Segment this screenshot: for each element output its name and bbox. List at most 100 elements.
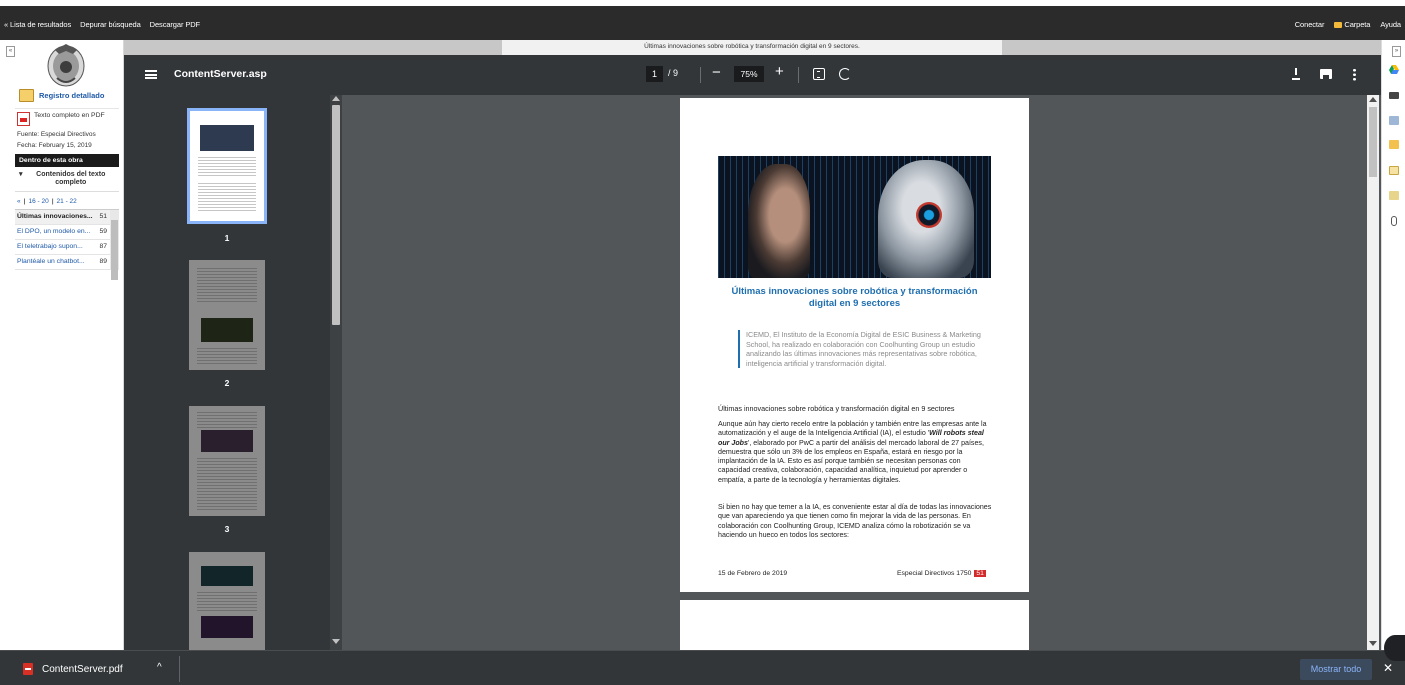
folder-link-label: Carpeta [1344,20,1371,29]
thumbnail-text-lines [197,412,257,428]
thumbnail-text-lines [198,183,256,213]
fit-page-icon[interactable] [813,68,825,80]
full-text-pdf-link[interactable]: Texto completo en PDF [15,108,119,129]
thumbnail-scrollbar[interactable] [330,95,342,650]
zoom-in-icon[interactable]: + [775,63,784,80]
download-divider [179,656,180,682]
pdf-viewer: Últimas innovaciones sobre robótica y tr… [124,40,1381,650]
downloaded-file-name[interactable]: ContentServer.pdf [42,664,123,675]
toc-scrollbar[interactable] [110,210,119,280]
google-drive-icon[interactable] [1389,65,1399,74]
thumbnail-number: 1 [224,233,230,243]
image-icon[interactable] [1389,116,1399,125]
pdf-file-icon [23,663,33,675]
toc-item-page: 59 [99,228,107,235]
download-options-chevron-icon[interactable]: ^ [157,662,162,673]
zoom-out-icon[interactable]: − [712,64,721,81]
close-download-bar-icon[interactable]: ✕ [1383,661,1393,675]
contents-toggle[interactable]: ▾ Contenidos del texto completo [15,167,119,192]
pager-range-21-22[interactable]: 21 - 22 [57,198,77,205]
download-pdf-link[interactable]: Descargar PDF [150,20,200,29]
top-left-links: « Lista de resultados Depurar búsqueda D… [4,20,200,29]
thumbnail-sidebar: 1 2 3 [124,95,342,650]
menu-icon[interactable] [145,70,157,79]
thumbnail-image [189,406,265,516]
full-text-pdf-label: Texto completo en PDF [34,112,105,119]
document-title-bar: Últimas innovaciones sobre robótica y tr… [124,40,1381,55]
zoom-level-input[interactable]: 75% [734,66,764,82]
thumbnail-number: 2 [224,378,230,388]
thumbnail-number: 3 [224,524,230,534]
source-text: Fuente: Especial Directivos [17,131,96,138]
pdf-page-2 [680,600,1029,650]
article-body-text: ', elaborado por PwC a partir del anális… [718,438,984,484]
article-subtitle: Últimas innovaciones sobre robótica y tr… [718,404,955,413]
toc-item[interactable]: Últimas innovaciones... 51 [15,210,119,225]
folder-link[interactable]: Carpeta [1334,20,1370,29]
refine-search-link[interactable]: Depurar búsqueda [80,20,141,29]
folder-icon[interactable] [1389,140,1399,149]
article-body-paragraph: Aunque aún hay cierto recelo entre la po… [718,420,993,485]
document-title: Últimas innovaciones sobre robótica y tr… [502,40,1002,55]
toc-scroll-thumb[interactable] [111,220,118,280]
thumbnail-image [189,260,265,370]
footer-page-number: 51 [974,570,986,577]
download-icon[interactable] [1291,68,1301,80]
record-detail-panel: « Registro detallado Texto completo en P… [0,40,124,650]
pager-range-16-20[interactable]: 16 - 20 [28,198,48,205]
page-number-input[interactable]: 1 [646,66,663,82]
scroll-up-arrow-icon[interactable] [1369,97,1377,102]
toolbar-divider [798,67,799,83]
thumbnail-hero [201,430,253,452]
thumbnail-hero [201,616,253,638]
pdf-page-1: Últimas innovaciones sobre robótica y tr… [680,98,1029,592]
scroll-down-arrow-icon[interactable] [1369,641,1377,646]
collapse-right-panel-button[interactable]: » [1392,46,1401,57]
scroll-down-arrow-icon[interactable] [332,639,340,644]
page-footer-publication: Especial Directivos 1750 51 [897,570,986,577]
results-list-link[interactable]: « Lista de resultados [4,20,71,29]
rotate-icon[interactable] [839,68,851,80]
link-icon[interactable] [1391,216,1397,226]
top-right-links: Conectar Carpeta Ayuda [1295,20,1401,29]
show-all-downloads-button[interactable]: Mostrar todo [1300,659,1372,680]
toc-item[interactable]: El DPO, un modelo en... 59 [15,225,119,240]
print-icon[interactable] [1389,92,1399,99]
toc-item-title: Plantéale un chatbot... [17,258,85,265]
top-navigation-bar: « Lista de resultados Depurar búsqueda D… [0,0,1405,40]
floating-action-button[interactable] [1384,635,1405,661]
document-scrollbar[interactable] [1367,95,1379,650]
thumbnail-hero [201,566,253,586]
more-options-icon[interactable] [1353,68,1356,81]
article-title: Últimas innovaciones sobre robótica y tr… [731,286,978,309]
thumbnail-hero [201,318,253,342]
record-icon [19,89,34,102]
document-view: Últimas innovaciones sobre robótica y tr… [342,95,1381,650]
toolbar-divider [700,67,701,83]
connect-link[interactable]: Conectar [1295,20,1325,29]
toc-item-page: 87 [99,243,107,250]
note-icon[interactable] [1389,166,1399,175]
thumbnail-image [187,108,267,224]
page-total: / 9 [668,68,679,78]
cover-image [718,156,991,278]
toc-item-page: 89 [99,258,107,265]
university-seal-logo [47,44,85,87]
print-icon[interactable] [1320,69,1332,79]
document-scroll-thumb[interactable] [1369,107,1377,177]
pager-prev-link[interactable]: « [17,198,21,205]
toc-item-title: El DPO, un modelo en... [17,228,91,235]
scroll-up-arrow-icon[interactable] [332,96,340,101]
record-info: Texto completo en PDF Fuente: Especial D… [15,108,119,280]
detailed-record-link[interactable]: Registro detallado [19,89,104,102]
toc-item[interactable]: Plantéale un chatbot... 89 [15,255,119,270]
contents-label: Contenidos del texto completo [36,171,106,186]
footer-publication-text: Especial Directivos 1750 [897,570,972,577]
toc-item-title: Últimas innovaciones... [17,213,93,220]
help-link[interactable]: Ayuda [1380,20,1401,29]
toc-item[interactable]: El teletrabajo supon... 87 [15,240,119,255]
collapse-left-panel-button[interactable]: « [6,46,15,57]
export-icon[interactable] [1389,191,1399,200]
article-body-paragraph: Si bien no hay que temer a la IA, es con… [718,503,992,539]
thumbnail-scroll-thumb[interactable] [332,105,340,325]
